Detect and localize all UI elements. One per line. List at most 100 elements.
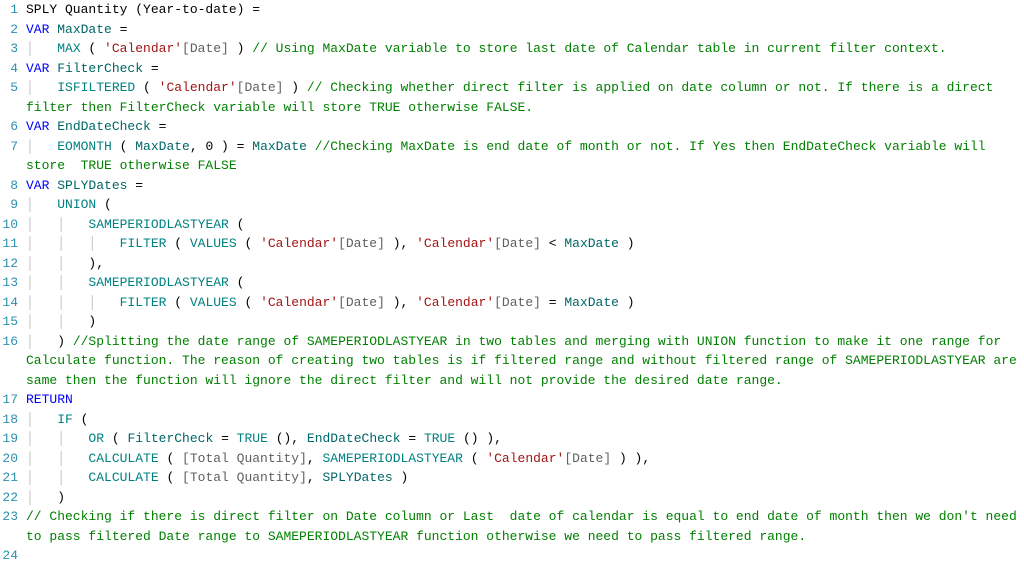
token-plain: ( — [166, 236, 189, 251]
line-number: 19 — [0, 429, 24, 449]
code-line[interactable]: 16│ ) //Splitting the date range of SAME… — [0, 332, 1024, 391]
line-content[interactable]: VAR SPLYDates = — [24, 176, 1024, 196]
token-plain: ( — [104, 431, 127, 446]
code-line[interactable]: 4VAR FilterCheck = — [0, 59, 1024, 79]
indent-guide: │ │ │ — [26, 236, 120, 251]
line-content[interactable]: │ │ OR ( FilterCheck = TRUE (), EndDateC… — [24, 429, 1024, 449]
code-line[interactable]: 12│ │ ), — [0, 254, 1024, 274]
line-content[interactable]: VAR FilterCheck = — [24, 59, 1024, 79]
line-content[interactable]: VAR MaxDate = — [24, 20, 1024, 40]
token-plain: ) — [88, 314, 96, 329]
line-content[interactable]: VAR EndDateCheck = — [24, 117, 1024, 137]
code-line[interactable]: 6VAR EndDateCheck = — [0, 117, 1024, 137]
code-line[interactable]: 21│ │ CALCULATE ( [Total Quantity], SPLY… — [0, 468, 1024, 488]
line-number: 24 — [0, 546, 24, 566]
line-content[interactable]: │ ) //Splitting the date range of SAMEPE… — [24, 332, 1024, 391]
indent-guide: │ │ — [26, 256, 88, 271]
indent-guide: │ │ — [26, 217, 88, 232]
code-line[interactable]: 17RETURN — [0, 390, 1024, 410]
line-content[interactable]: │ ) — [24, 488, 1024, 508]
code-line[interactable]: 19│ │ OR ( FilterCheck = TRUE (), EndDat… — [0, 429, 1024, 449]
line-number: 10 — [0, 215, 24, 235]
line-number: 21 — [0, 468, 24, 488]
token-brack: [Total Quantity] — [182, 470, 307, 485]
line-content[interactable]: RETURN — [24, 390, 1024, 410]
token-fn: TRUE — [424, 431, 455, 446]
line-number: 16 — [0, 332, 24, 352]
line-content[interactable]: │ │ CALCULATE ( [Total Quantity], SPLYDa… — [24, 468, 1024, 488]
code-line[interactable]: 5│ ISFILTERED ( 'Calendar'[Date] ) // Ch… — [0, 78, 1024, 117]
line-content[interactable]: │ │ SAMEPERIODLASTYEAR ( — [24, 215, 1024, 235]
code-line[interactable]: 24 — [0, 546, 1024, 566]
line-number: 1 — [0, 0, 24, 20]
code-line[interactable]: 10│ │ SAMEPERIODLASTYEAR ( — [0, 215, 1024, 235]
line-content[interactable]: │ ISFILTERED ( 'Calendar'[Date] ) // Che… — [24, 78, 1024, 117]
token-plain: ( — [237, 295, 260, 310]
token-ident: MaxDate — [564, 295, 619, 310]
code-editor[interactable]: 1SPLY Quantity (Year-to-date) =2VAR MaxD… — [0, 0, 1024, 566]
line-content[interactable]: │ IF ( — [24, 410, 1024, 430]
code-line[interactable]: 20│ │ CALCULATE ( [Total Quantity], SAME… — [0, 449, 1024, 469]
code-line[interactable]: 15│ │ ) — [0, 312, 1024, 332]
line-number: 2 — [0, 20, 24, 40]
token-plain: ( — [159, 470, 182, 485]
token-fn: SAMEPERIODLASTYEAR — [322, 451, 462, 466]
token-kw: VAR — [26, 119, 49, 134]
line-content[interactable]: │ │ ) — [24, 312, 1024, 332]
token-ident: SPLYDates — [57, 178, 127, 193]
token-plain: ( — [229, 275, 245, 290]
line-content[interactable]: │ │ ), — [24, 254, 1024, 274]
token-brack: [Date] — [564, 451, 611, 466]
line-content[interactable]: SPLY Quantity (Year-to-date) = — [24, 0, 1024, 20]
line-content[interactable]: // Checking if there is direct filter on… — [24, 507, 1024, 546]
code-line[interactable]: 23// Checking if there is direct filter … — [0, 507, 1024, 546]
line-content[interactable]: │ MAX ( 'Calendar'[Date] ) // Using MaxD… — [24, 39, 1024, 59]
token-fn: SAMEPERIODLASTYEAR — [88, 217, 228, 232]
line-number: 13 — [0, 273, 24, 293]
token-kw: RETURN — [26, 392, 73, 407]
token-brack: [Date] — [338, 236, 385, 251]
token-plain: = — [541, 295, 564, 310]
token-plain: = — [151, 119, 167, 134]
token-fn: SAMEPERIODLASTYEAR — [88, 275, 228, 290]
code-line[interactable]: 7│ EOMONTH ( MaxDate, 0 ) = MaxDate //Ch… — [0, 137, 1024, 176]
token-plain: ) — [619, 236, 635, 251]
token-fn: CALCULATE — [88, 470, 158, 485]
line-content[interactable]: │ │ SAMEPERIODLASTYEAR ( — [24, 273, 1024, 293]
line-number: 15 — [0, 312, 24, 332]
token-plain: ) ), — [611, 451, 650, 466]
line-number: 4 — [0, 59, 24, 79]
line-number: 12 — [0, 254, 24, 274]
token-plain: ), — [88, 256, 104, 271]
token-brack: [Date] — [494, 236, 541, 251]
line-content[interactable]: │ EOMONTH ( MaxDate, 0 ) = MaxDate //Che… — [24, 137, 1024, 176]
code-line[interactable]: 1SPLY Quantity (Year-to-date) = — [0, 0, 1024, 20]
code-line[interactable]: 8VAR SPLYDates = — [0, 176, 1024, 196]
code-line[interactable]: 14│ │ │ FILTER ( VALUES ( 'Calendar'[Dat… — [0, 293, 1024, 313]
token-plain: ( — [73, 412, 89, 427]
token-comment: // Using MaxDate variable to store last … — [252, 41, 946, 56]
code-line[interactable]: 2VAR MaxDate = — [0, 20, 1024, 40]
token-plain: (), — [268, 431, 307, 446]
token-kw: VAR — [26, 178, 49, 193]
code-line[interactable]: 9│ UNION ( — [0, 195, 1024, 215]
token-plain: ( — [135, 80, 158, 95]
line-number: 17 — [0, 390, 24, 410]
token-fn: VALUES — [190, 295, 237, 310]
code-line[interactable]: 13│ │ SAMEPERIODLASTYEAR ( — [0, 273, 1024, 293]
code-line[interactable]: 18│ IF ( — [0, 410, 1024, 430]
line-content[interactable]: │ │ CALCULATE ( [Total Quantity], SAMEPE… — [24, 449, 1024, 469]
token-plain: ( — [237, 236, 260, 251]
line-content[interactable]: │ UNION ( — [24, 195, 1024, 215]
code-line[interactable]: 11│ │ │ FILTER ( VALUES ( 'Calendar'[Dat… — [0, 234, 1024, 254]
code-line[interactable]: 22│ ) — [0, 488, 1024, 508]
token-kw: VAR — [26, 61, 49, 76]
line-content[interactable]: │ │ │ FILTER ( VALUES ( 'Calendar'[Date]… — [24, 293, 1024, 313]
token-plain: ) — [283, 80, 306, 95]
line-content[interactable]: │ │ │ FILTER ( VALUES ( 'Calendar'[Date]… — [24, 234, 1024, 254]
token-brack: [Date] — [338, 295, 385, 310]
code-line[interactable]: 3│ MAX ( 'Calendar'[Date] ) // Using Max… — [0, 39, 1024, 59]
token-plain: = — [213, 431, 236, 446]
token-fn: VALUES — [190, 236, 237, 251]
token-plain: ( — [81, 41, 104, 56]
